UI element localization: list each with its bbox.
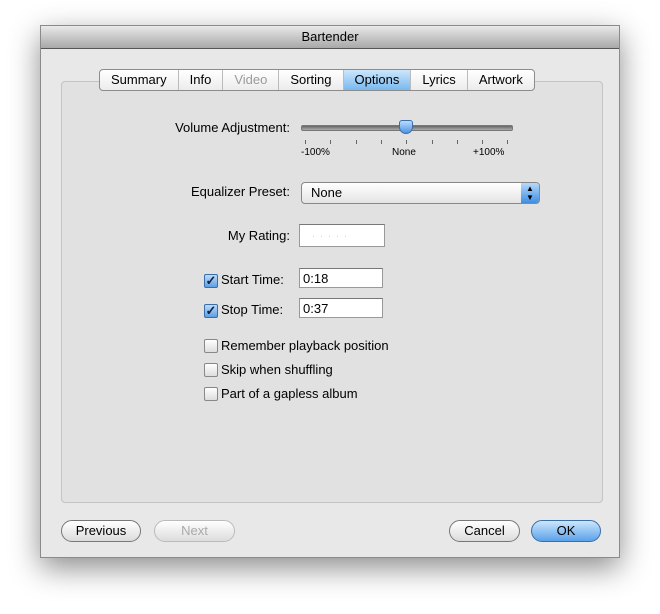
slider-tick (507, 140, 509, 144)
stop-time-label: Stop Time: (221, 302, 284, 317)
equalizer-label: Equalizer Preset: (191, 184, 290, 199)
gapless-album-checkbox[interactable] (204, 387, 218, 401)
tab-info[interactable]: Info (179, 70, 224, 90)
volume-label: Volume Adjustment: (175, 120, 290, 135)
slider-tick (406, 140, 408, 144)
tab-options[interactable]: Options (343, 70, 412, 90)
next-button: Next (154, 520, 235, 542)
remember-position-label[interactable]: Remember playback position (221, 338, 389, 353)
ok-button[interactable]: OK (531, 520, 601, 542)
volume-slider-thumb[interactable] (399, 120, 413, 134)
volume-max-label: +100% (473, 147, 505, 158)
equalizer-value: None (311, 185, 343, 200)
slider-tick (355, 140, 357, 144)
skip-shuffling-label[interactable]: Skip when shuffling (221, 362, 333, 377)
slider-tick (431, 140, 433, 144)
slider-tick (456, 140, 458, 144)
options-panel (61, 81, 603, 503)
start-time-input[interactable]: 0:18 (299, 268, 383, 288)
start-time-label: Start Time: (221, 272, 284, 287)
previous-button[interactable]: Previous (61, 520, 141, 542)
tab-bar: Summary Info Video Sorting Options Lyric… (99, 69, 535, 91)
tab-lyrics[interactable]: Lyrics (411, 70, 468, 90)
slider-tick (330, 140, 332, 144)
slider-tick (380, 140, 382, 144)
tab-summary[interactable]: Summary (100, 70, 179, 90)
up-down-arrows-icon: ▲ ▼ (521, 183, 539, 203)
slider-tick (305, 140, 306, 144)
info-dialog: Bartender Summary Info Video Sorting Opt… (40, 25, 620, 558)
tab-sorting[interactable]: Sorting (279, 70, 344, 90)
tab-artwork[interactable]: Artwork (468, 70, 534, 90)
rating-stars[interactable]: ····· (299, 224, 385, 247)
stop-time-checkbox[interactable]: ✓ (204, 304, 218, 318)
volume-mid-label: None (392, 147, 416, 158)
stop-time-input[interactable]: 0:37 (299, 298, 383, 318)
rating-label: My Rating: (227, 228, 290, 243)
equalizer-preset-select[interactable]: None ▲ ▼ (301, 182, 540, 204)
title-bar[interactable]: Bartender (41, 26, 619, 49)
remember-position-checkbox[interactable] (204, 339, 218, 353)
cancel-button[interactable]: Cancel (449, 520, 520, 542)
gapless-album-label[interactable]: Part of a gapless album (221, 386, 358, 401)
slider-tick (482, 140, 484, 144)
volume-min-label: -100% (301, 147, 330, 158)
skip-shuffling-checkbox[interactable] (204, 363, 218, 377)
start-time-checkbox[interactable]: ✓ (204, 274, 218, 288)
tab-video: Video (223, 70, 280, 90)
